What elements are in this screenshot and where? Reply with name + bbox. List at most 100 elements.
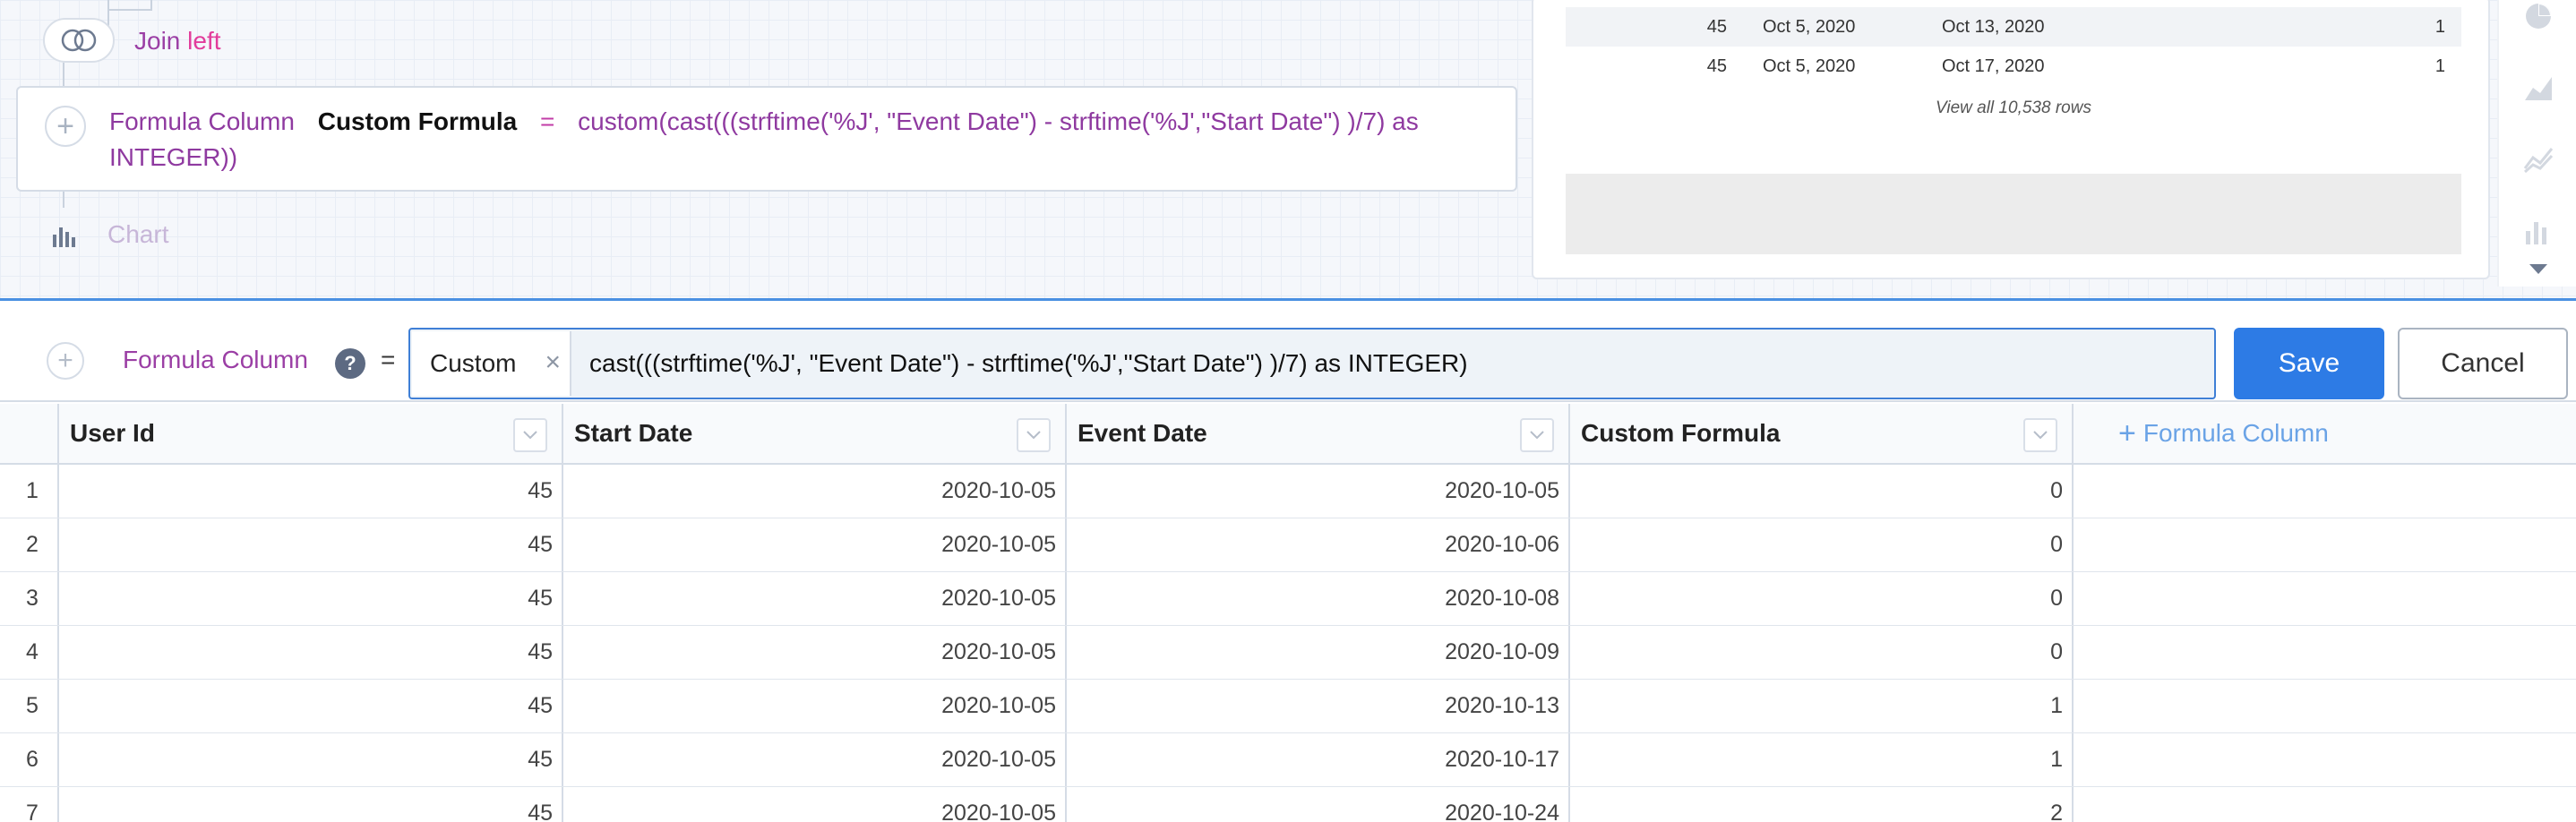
column-header-label: Event Date [1078,419,1207,447]
table-cell[interactable]: 2020-10-05 [563,465,1067,518]
table-cell[interactable]: 45 [59,733,563,786]
add-formula-column-label: Formula Column [2142,419,2329,447]
table-cell[interactable]: 2020-10-05 [563,680,1067,732]
row-index: 4 [0,626,59,679]
formula-step-card[interactable]: + Formula Column Custom Formula = custom… [16,86,1517,192]
line-chart-icon[interactable] [2517,138,2560,181]
area-chart-icon[interactable] [2517,66,2560,109]
table-cell[interactable]: 2020-10-05 [563,626,1067,679]
preview-cell: 45 [1706,56,1727,76]
column-header-label: Start Date [574,419,693,447]
table-cell[interactable]: 0 [1570,465,2074,518]
table-row[interactable]: 2 45 2020-10-05 2020-10-06 0 [0,518,2576,572]
close-icon[interactable]: × [545,349,561,376]
preview-cell: Oct 5, 2020 [1763,16,1856,37]
table-cell[interactable]: 2020-10-05 [563,518,1067,571]
preview-row: 45 Oct 5, 2020 Oct 17, 2020 1 [1566,47,2461,86]
column-header-start-date[interactable]: Start Date [563,404,1067,463]
row-index: 5 [0,680,59,732]
formula-expression-text[interactable]: cast(((strftime('%J', "Event Date") - st… [589,330,2202,398]
chevron-down-icon[interactable] [513,418,547,452]
formula-step-column-name: Custom Formula [317,107,518,135]
table-row[interactable]: 5 45 2020-10-05 2020-10-13 1 [0,680,2576,733]
formula-type-chip[interactable]: Custom × [412,331,571,396]
join-step-label[interactable]: Join left [134,27,221,56]
preview-cell: 45 [1706,16,1727,37]
chevron-down-icon[interactable] [2023,418,2057,452]
table-cell[interactable]: 2020-10-05 [1067,465,1570,518]
table-cell[interactable]: 45 [59,787,563,822]
table-cell[interactable]: 2020-10-05 [563,733,1067,786]
table-cell[interactable]: 2020-10-13 [1067,680,1570,732]
row-index: 1 [0,465,59,518]
preview-cell: Oct 17, 2020 [1942,56,2045,76]
table-cell[interactable]: 0 [1570,626,2074,679]
equals-sign: = [381,346,396,373]
table-cell[interactable]: 0 [1570,518,2074,571]
preview-cell: 1 [2434,16,2445,37]
preview-cell: 1 [2434,56,2445,76]
formula-input[interactable]: Custom × cast(((strftime('%J', "Event Da… [408,328,2216,399]
add-step-icon[interactable]: + [47,342,84,380]
table-cell[interactable]: 45 [59,465,563,518]
plus-icon: + [2118,415,2136,450]
add-step-icon[interactable]: + [45,106,86,147]
chart-step-label[interactable]: Chart [107,220,168,249]
table-cell[interactable]: 45 [59,680,563,732]
view-all-rows-link[interactable]: View all 10,538 rows [1566,98,2461,118]
save-button[interactable]: Save [2234,328,2384,399]
preview-table: 45 Oct 5, 2020 Oct 13, 2020 1 45 Oct 5, … [1566,0,2461,118]
bar-chart-icon[interactable] [2517,210,2560,253]
table-cell[interactable]: 2020-10-17 [1067,733,1570,786]
empty-cell [2074,680,2576,732]
table-cell[interactable]: 1 [1570,680,2074,732]
table-cell[interactable]: 45 [59,518,563,571]
table-row[interactable]: 1 45 2020-10-05 2020-10-05 0 [0,465,2576,518]
table-row[interactable]: 7 45 2020-10-05 2020-10-24 2 [0,787,2576,822]
table-cell[interactable]: 45 [59,626,563,679]
empty-cell [2074,626,2576,679]
column-header-label: Custom Formula [1581,419,1781,447]
formula-step-type: Formula Column [109,107,295,135]
table-cell[interactable]: 2020-10-24 [1067,787,1570,822]
dropdown-arrow-icon[interactable] [2517,247,2560,290]
join-icon[interactable] [43,18,115,63]
help-icon[interactable]: ? [335,348,365,379]
pipeline-connector [107,0,109,27]
table-cell[interactable]: 2 [1570,787,2074,822]
table-cell[interactable]: 1 [1570,733,2074,786]
table-cell[interactable]: 2020-10-09 [1067,626,1570,679]
row-index: 7 [0,787,59,822]
chart-type-sidebar [2497,0,2576,287]
empty-cell [2074,465,2576,518]
empty-cell [2074,572,2576,625]
pipeline-canvas: Join left + Formula Column Custom Formul… [0,0,2576,298]
formula-type-label: Custom [430,349,517,377]
chevron-down-icon[interactable] [1520,418,1554,452]
formula-step-equals: = [539,107,555,135]
table-cell[interactable]: 45 [59,572,563,625]
column-header-custom-formula[interactable]: Custom Formula [1570,404,2074,463]
empty-cell [2074,733,2576,786]
cancel-button[interactable]: Cancel [2398,328,2568,399]
chart-step-icon[interactable] [41,213,86,258]
pipeline-connector [63,192,64,208]
table-cell[interactable]: 2020-10-05 [563,787,1067,822]
pie-chart-icon[interactable] [2517,0,2560,38]
table-cell[interactable]: 2020-10-08 [1067,572,1570,625]
row-index-header [0,404,59,463]
table-cell[interactable]: 2020-10-05 [563,572,1067,625]
table-cell[interactable]: 0 [1570,572,2074,625]
chevron-down-icon[interactable] [1017,418,1051,452]
preview-cell: Oct 13, 2020 [1942,16,2045,37]
preview-panel: 45 Oct 5, 2020 Oct 13, 2020 1 45 Oct 5, … [1532,0,2490,279]
table-cell[interactable]: 2020-10-06 [1067,518,1570,571]
preview-placeholder [1566,174,2461,254]
table-row[interactable]: 4 45 2020-10-05 2020-10-09 0 [0,626,2576,680]
add-formula-column-button[interactable]: + Formula Column [2074,404,2329,463]
row-index: 3 [0,572,59,625]
table-row[interactable]: 3 45 2020-10-05 2020-10-08 0 [0,572,2576,626]
column-header-user-id[interactable]: User Id [59,404,563,463]
column-header-event-date[interactable]: Event Date [1067,404,1570,463]
table-row[interactable]: 6 45 2020-10-05 2020-10-17 1 [0,733,2576,787]
